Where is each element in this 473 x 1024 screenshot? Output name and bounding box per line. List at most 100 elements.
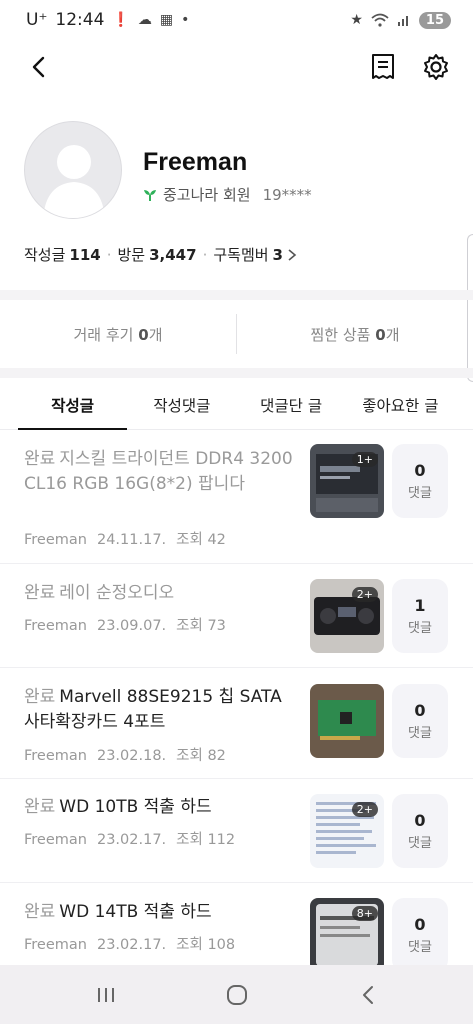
post-views: 조회 108 [176,937,236,953]
trade-review-count: 0 [138,325,149,344]
trade-review-link[interactable]: 거래 후기 0개 [0,324,236,345]
wishlist-count: 0 [375,325,386,344]
post-thumbnail[interactable] [310,684,384,758]
trade-review-label: 거래 후기 [73,325,134,344]
tab-commented-posts[interactable]: 댓글단 글 [237,378,346,429]
section-divider [0,290,473,300]
profile-stats[interactable]: 작성글 114 · 방문 3,447 · 구독멤버 3 [24,244,297,265]
wishlist-label: 찜한 상품 [310,325,371,344]
receipt-button[interactable] [366,50,400,84]
post-thumbnail[interactable]: 1+ [310,444,384,518]
status-bar: U⁺ 12:44 ❗ ☁ ▦ • ★ 15 [0,0,473,40]
comment-label: 댓글 [408,940,432,955]
post-date: 24.11.17. [96,532,167,548]
comment-count: 1 [414,596,426,615]
top-nav [0,40,473,92]
post-thumbnail[interactable]: 8+ [310,898,384,972]
list-item[interactable]: 완료 Marvell 88SE9215 칩 SATA 사타확장카드 4포트 Fre… [0,668,473,779]
tab-posts[interactable]: 작성글 [18,378,128,430]
list-item[interactable]: 완료 레이 순정오디오 Freeman 23.09.07. 조회 73 2+ 1 댓글 [0,564,473,668]
settings-button[interactable] [419,50,453,84]
post-views: 조회 112 [176,832,236,848]
status-badge: 완료 [24,902,56,922]
post-title: 완료 지스킬 트라이던트 DDR4 3200 CL16 RGB 16G(8*2) … [24,447,294,497]
post-date: 23.02.17. [96,937,167,953]
chevron-left-icon [32,56,45,78]
member-id: 19**** [262,185,312,204]
comment-count-box[interactable]: 0 댓글 [392,794,448,868]
tab-liked-posts[interactable]: 좋아요한 글 [346,378,455,429]
status-badge: 완료 [24,687,56,707]
system-back-button[interactable] [338,975,398,1015]
wishlist-link[interactable]: 찜한 상품 0개 [237,324,473,345]
wifi-icon [371,13,389,27]
comment-label: 댓글 [408,726,432,741]
cloud-icon: ☁ [137,12,152,28]
list-item[interactable]: 완료 WD 14TB 적출 하드 Freeman 23.02.17. 조회 108 8… [0,883,473,973]
back-button[interactable] [22,50,56,84]
home-button[interactable] [207,975,267,1015]
post-title: 완료 Marvell 88SE9215 칩 SATA 사타확장카드 4포트 [24,685,294,735]
post-author: Freeman [24,832,87,848]
comment-count: 0 [414,461,426,480]
carrier-label: U⁺ [26,10,48,30]
star-icon: ★ [350,12,363,28]
home-icon [226,984,247,1005]
receipt-icon [372,54,394,79]
status-badge: 완료 [24,797,56,817]
post-title: 완료 WD 14TB 적출 하드 [24,900,294,925]
alert-icon: ❗ [112,12,130,28]
default-avatar-icon [43,145,105,218]
list-item[interactable]: 완료 WD 10TB 적출 하드 Freeman 23.02.17. 조회 112 2… [0,779,473,883]
stats-separator: · [106,245,112,264]
post-title-text: WD 14TB 적출 하드 [59,902,212,922]
comment-count: 0 [414,811,426,830]
recent-apps-button[interactable] [76,975,136,1015]
post-meta: Freeman 23.02.17. 조회 108 [24,933,245,954]
comment-count-box[interactable]: 1 댓글 [392,579,448,653]
post-title: 완료 WD 10TB 적출 하드 [24,795,294,820]
comment-count-box[interactable]: 0 댓글 [392,444,448,518]
visits-label: 방문 [117,246,146,264]
comment-label: 댓글 [408,486,432,501]
signal-icon [397,16,408,26]
stats-separator: · [202,245,208,264]
avatar[interactable] [24,121,122,219]
post-thumbnail[interactable]: 2+ [310,794,384,868]
member-info: 중고나라 회원 19**** [143,184,312,205]
review-summary: 거래 후기 0개 찜한 상품 0개 [0,300,473,368]
post-thumbnail[interactable]: 2+ [310,579,384,653]
back-icon [362,985,373,1004]
list-item[interactable]: 완료 지스킬 트라이던트 DDR4 3200 CL16 RGB 16G(8*2) … [0,430,473,564]
comment-count-box[interactable]: 0 댓글 [392,684,448,758]
post-list: 완료 지스킬 트라이던트 DDR4 3200 CL16 RGB 16G(8*2) … [0,430,473,973]
posts-label: 작성글 [24,246,66,264]
clock: 12:44 [55,10,105,30]
subscribers-label: 구독멤버 [213,246,269,264]
post-author: Freeman [24,532,87,548]
visits-count: 3,447 [149,245,197,264]
status-badge: 완료 [24,449,56,469]
chevron-right-icon [288,248,297,261]
image-count: 2+ [351,587,378,602]
comment-count: 0 [414,701,426,720]
content-tabs: 작성글 작성댓글 댓글단 글 좋아요한 글 [0,378,473,430]
wishlist-unit: 개 [385,325,400,344]
post-author: Freeman [24,748,87,764]
gear-icon [424,54,448,80]
post-author: Freeman [24,937,87,953]
post-author: Freeman [24,618,87,634]
system-nav-bar [0,965,473,1024]
post-meta: Freeman 23.02.18. 조회 82 [24,744,236,765]
image-count: 8+ [351,906,378,921]
sprout-icon [144,189,156,201]
profile-section: Freeman 중고나라 회원 19**** 작성글 114 · 방문 3,44… [0,110,473,382]
tab-comments[interactable]: 작성댓글 [127,378,236,429]
member-label: 중고나라 회원 [163,186,251,204]
username: Freeman [143,148,248,176]
post-meta: Freeman 23.02.17. 조회 112 [24,828,245,849]
comment-label: 댓글 [408,621,432,636]
post-date: 23.02.18. [96,748,167,764]
comment-count-box[interactable]: 0 댓글 [392,898,448,972]
posts-count: 114 [69,245,101,264]
